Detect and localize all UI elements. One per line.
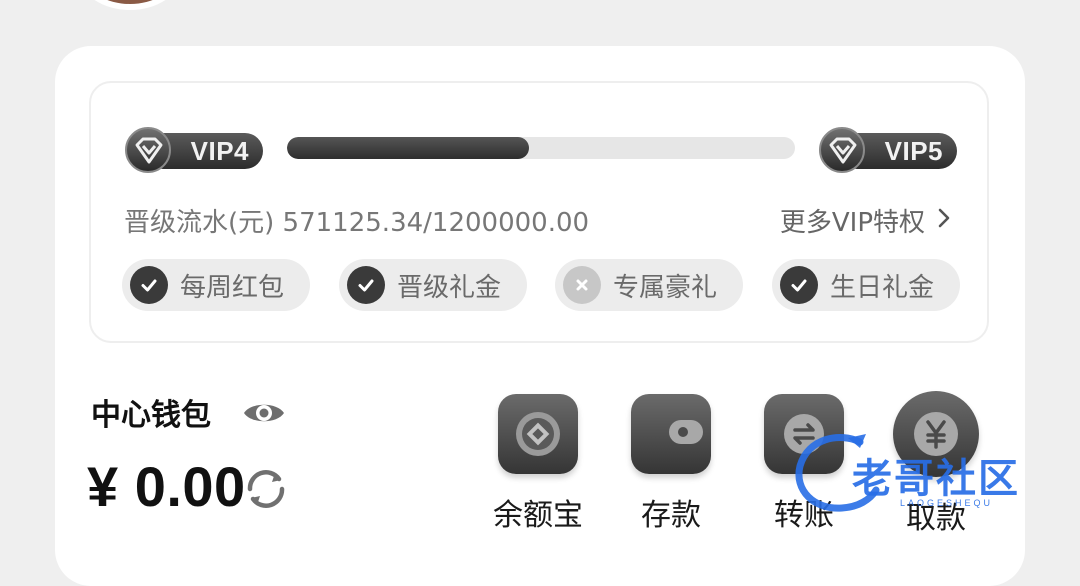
vip-diamond-icon: [819, 127, 865, 173]
benefit-upgrade-bonus[interactable]: 晋级礼金: [339, 259, 527, 311]
vip-progress-panel: VIP4 VIP5 晋级流水(元) 571125.34/1200000.00 更…: [89, 81, 989, 343]
upgrade-turnover-text: 晋级流水(元) 571125.34/1200000.00: [124, 208, 590, 238]
action-label: 转账: [774, 498, 834, 533]
benefit-weekly-red-packet[interactable]: 每周红包: [122, 259, 310, 311]
wallet-icon: [631, 394, 711, 474]
transfer-icon: [764, 394, 844, 474]
vip-progress-fill: [287, 137, 529, 159]
action-transfer[interactable]: 转账: [749, 394, 859, 534]
benefit-label: 生日礼金: [830, 272, 935, 303]
action-label: 取款: [906, 501, 966, 536]
eye-icon[interactable]: [241, 398, 287, 432]
action-deposit[interactable]: 存款: [616, 394, 726, 534]
action-label: 余额宝: [493, 498, 583, 533]
action-savings[interactable]: 余额宝: [483, 394, 593, 534]
next-vip-badge: VIP5: [819, 127, 959, 173]
refresh-icon[interactable]: [241, 464, 291, 518]
benefit-label: 每周红包: [180, 272, 285, 303]
more-vip-privileges-link[interactable]: 更多VIP特权: [780, 202, 951, 239]
more-vip-privileges-label: 更多VIP特权: [779, 208, 925, 238]
close-icon: [563, 266, 601, 304]
benefit-exclusive-gift[interactable]: 专属豪礼: [555, 259, 743, 311]
yen-icon: [893, 391, 979, 477]
check-icon: [347, 266, 385, 304]
check-icon: [780, 266, 818, 304]
center-wallet-title: 中心钱包: [91, 398, 211, 433]
vip-diamond-icon: [125, 127, 171, 173]
vip-progress-bar: [287, 137, 795, 159]
avatar[interactable]: [80, 0, 180, 10]
action-label: 存款: [641, 498, 701, 533]
savings-icon: [498, 394, 578, 474]
benefit-label: 晋级礼金: [397, 272, 502, 303]
action-withdraw[interactable]: 取款: [881, 391, 991, 537]
benefit-label: 专属豪礼: [613, 272, 718, 303]
current-vip-badge: VIP4: [125, 127, 265, 173]
chevron-right-icon: [937, 206, 951, 236]
vip-wallet-card: VIP4 VIP5 晋级流水(元) 571125.34/1200000.00 更…: [55, 46, 1025, 586]
benefit-birthday-bonus[interactable]: 生日礼金: [772, 259, 960, 311]
check-icon: [130, 266, 168, 304]
wallet-balance: ¥ 0.00: [87, 455, 246, 518]
